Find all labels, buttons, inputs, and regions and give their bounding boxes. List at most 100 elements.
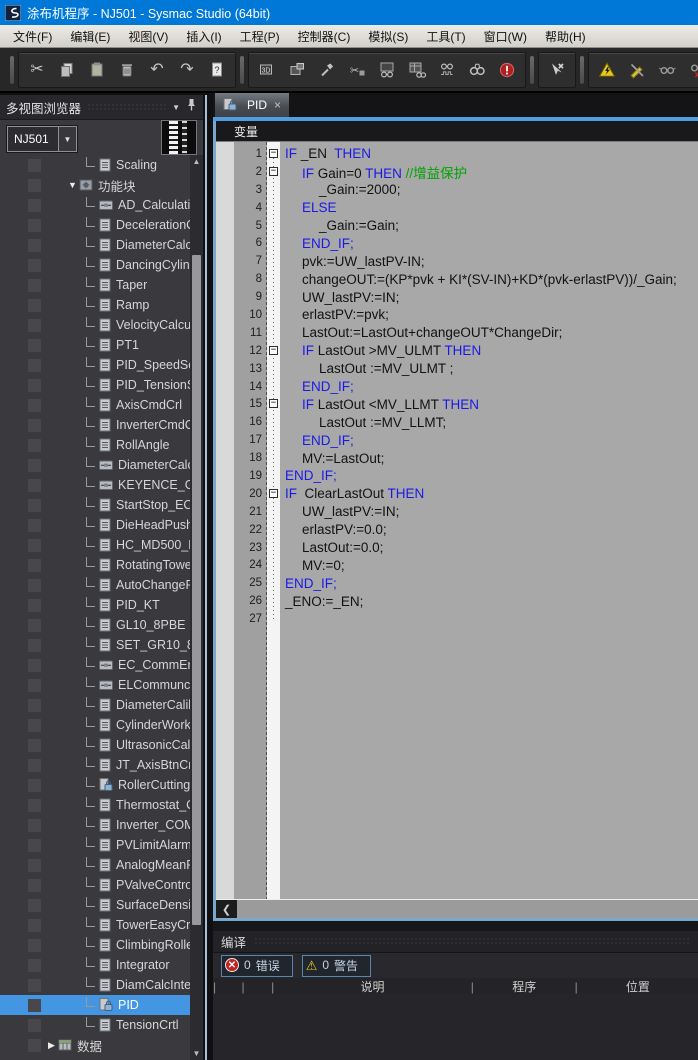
- code-text[interactable]: END_IF;: [281, 468, 337, 483]
- tree-item-diametercalib[interactable]: DiameterCalib: [0, 695, 190, 715]
- copy-button[interactable]: [52, 55, 82, 85]
- tree-item-elcommuncti[interactable]: ELCommuncti: [0, 675, 190, 695]
- tree-item-gl10_8pbe[interactable]: GL10_8PBE: [0, 615, 190, 635]
- menu-item-4[interactable]: 插入(I): [177, 26, 230, 47]
- code-text[interactable]: _Gain:=Gain;: [281, 218, 399, 233]
- controller-select[interactable]: NJ501 ▼: [7, 126, 77, 152]
- tree-scrollbar-thumb[interactable]: [192, 255, 201, 925]
- tree-item-towereasycrtl[interactable]: TowerEasyCrtl: [0, 915, 190, 935]
- warnings-filter-button[interactable]: ⚠ 0 警告: [302, 955, 371, 977]
- code-text[interactable]: LastOut :=MV_ULMT ;: [281, 361, 453, 376]
- code-text[interactable]: erlastPV:=0.0;: [281, 522, 387, 537]
- menu-item-10[interactable]: 帮助(H): [536, 26, 595, 47]
- tree-item-startstop_eca[interactable]: StartStop_ECa: [0, 495, 190, 515]
- code-text[interactable]: LastOut:=0.0;: [281, 540, 383, 555]
- tree-item-keyence_gt2[interactable]: KEYENCE_GT2: [0, 475, 190, 495]
- fold-collapse-icon[interactable]: −: [269, 399, 278, 408]
- tree-item-autochanger[interactable]: AutoChangeR: [0, 575, 190, 595]
- tree-item-dancingcylind[interactable]: DancingCylind: [0, 255, 190, 275]
- code-text[interactable]: IF ClearLastOut THEN: [281, 486, 424, 501]
- code-text[interactable]: erlastPV:=pvk;: [281, 307, 389, 322]
- code-text[interactable]: changeOUT:=(KP*pvk + KI*(SV-IN)+KD*(pvk-…: [281, 272, 677, 287]
- collapse-arrow-icon[interactable]: ▼: [66, 180, 79, 190]
- tree-item-climbingrolle[interactable]: ClimbingRolle: [0, 935, 190, 955]
- code-text[interactable]: UW_lastPV:=IN;: [281, 504, 399, 519]
- panel-splitter[interactable]: [205, 95, 207, 1060]
- tree-item-ultrasoniccali[interactable]: UltrasonicCali: [0, 735, 190, 755]
- variable-cut-button[interactable]: ✂: [342, 55, 372, 85]
- tree-item-ad_calculatio[interactable]: AD_Calculatio: [0, 195, 190, 215]
- io-map-search-button[interactable]: [432, 55, 462, 85]
- tree-item-pid_speedsca[interactable]: PID_SpeedSca: [0, 355, 190, 375]
- code-text[interactable]: END_IF;: [281, 379, 354, 394]
- view-3d-button[interactable]: 3D: [252, 55, 282, 85]
- tree-item-velocitycalcul[interactable]: VelocityCalcul: [0, 315, 190, 335]
- menu-item-9[interactable]: 窗口(W): [475, 26, 536, 47]
- code-text[interactable]: _Gain:=2000;: [281, 182, 400, 197]
- scroll-left-icon[interactable]: ❮: [216, 900, 237, 918]
- tree-item-rollercuttingt[interactable]: RollerCuttingT: [0, 775, 190, 795]
- no-edit-button[interactable]: [622, 55, 652, 85]
- expand-arrow-icon[interactable]: ▶: [45, 1040, 58, 1051]
- tree-item-analogmeanf[interactable]: AnalogMeanF: [0, 855, 190, 875]
- paste-button[interactable]: [82, 55, 112, 85]
- menu-item-7[interactable]: 模拟(S): [359, 26, 417, 47]
- tree-item-pid_tensionsc[interactable]: PID_TensionSc: [0, 375, 190, 395]
- tree-item-ec_commerr[interactable]: EC_CommErr: [0, 655, 190, 675]
- cut-button[interactable]: ✂: [22, 55, 52, 85]
- tab-close-icon[interactable]: ×: [274, 98, 281, 112]
- watch-window-button[interactable]: [372, 55, 402, 85]
- code-text[interactable]: LastOut :=MV_LLMT;: [281, 415, 446, 430]
- tree-item-invertercmdcr[interactable]: InverterCmdCr: [0, 415, 190, 435]
- tree-item-set_gr10_8p[interactable]: SET_GR10_8P: [0, 635, 190, 655]
- code-text[interactable]: LastOut:=LastOut+changeOUT*ChangeDir;: [281, 325, 562, 340]
- tree-item-inverter_com[interactable]: Inverter_COM: [0, 815, 190, 835]
- menu-item-3[interactable]: 视图(V): [119, 26, 177, 47]
- errors-filter-button[interactable]: ✕ 0 错误: [221, 955, 293, 977]
- chevron-down-icon[interactable]: ▼: [172, 103, 180, 112]
- table-search-button[interactable]: [402, 55, 432, 85]
- tools-button[interactable]: [312, 55, 342, 85]
- tree-item-diamcalcinteg[interactable]: DiamCalcInteg: [0, 975, 190, 995]
- tree-item-pt1[interactable]: PT1: [0, 335, 190, 355]
- undo-button[interactable]: ↶: [142, 55, 172, 85]
- code-text[interactable]: UW_lastPV:=IN;: [281, 290, 399, 305]
- build-warning-button[interactable]: [592, 55, 622, 85]
- tree-item-pid_kt[interactable]: PID_KT: [0, 595, 190, 615]
- tree-item-tensioncrtl[interactable]: TensionCrtl: [0, 1015, 190, 1035]
- fold-collapse-icon[interactable]: −: [269, 346, 278, 355]
- fold-collapse-icon[interactable]: −: [269, 167, 278, 176]
- tree-item-rotatingtowe[interactable]: RotatingTowe: [0, 555, 190, 575]
- tree-item-axiscmdcrl[interactable]: AxisCmdCrl: [0, 395, 190, 415]
- code-text[interactable]: END_IF;: [281, 433, 354, 448]
- fold-collapse-icon[interactable]: −: [269, 489, 278, 498]
- tree-item-taper[interactable]: Taper: [0, 275, 190, 295]
- menu-item-2[interactable]: 编辑(E): [61, 26, 119, 47]
- watch-remove-button[interactable]: [682, 55, 698, 85]
- tree-item-surfacedensit[interactable]: SurfaceDensit: [0, 895, 190, 915]
- menu-item-6[interactable]: 控制器(C): [289, 26, 360, 47]
- code-text[interactable]: ELSE: [281, 200, 337, 215]
- menu-item-8[interactable]: 工具(T): [417, 26, 474, 47]
- tree-item-数据[interactable]: ▶数据: [0, 1035, 190, 1055]
- tree-item-dieheadpushi[interactable]: DieHeadPushi: [0, 515, 190, 535]
- delete-button[interactable]: [112, 55, 142, 85]
- tree-item-diametercalcu[interactable]: DiameterCalcu: [0, 235, 190, 255]
- scroll-down-icon[interactable]: ▼: [190, 1047, 203, 1060]
- menu-item-1[interactable]: 文件(F): [4, 26, 61, 47]
- tree-scrollbar[interactable]: ▲ ▼: [190, 155, 203, 1060]
- pin-icon[interactable]: [186, 98, 197, 117]
- tree-item-pvlimitalarm[interactable]: PVLimitAlarm: [0, 835, 190, 855]
- redo-button[interactable]: ↷: [172, 55, 202, 85]
- tree-item-pid[interactable]: PID: [0, 995, 190, 1015]
- code-text[interactable]: IF _EN THEN: [281, 146, 371, 161]
- fold-collapse-icon[interactable]: −: [269, 149, 278, 158]
- code-text[interactable]: MV:=LastOut;: [281, 451, 384, 466]
- tree-item-rollangle[interactable]: RollAngle: [0, 435, 190, 455]
- tree-item-diametercalcu[interactable]: DiameterCalcu: [0, 455, 190, 475]
- code-text[interactable]: pvk:=UW_lastPV-IN;: [281, 254, 425, 269]
- tree-item-cylinderwork[interactable]: CylinderWork: [0, 715, 190, 735]
- search-button[interactable]: [462, 55, 492, 85]
- code-text[interactable]: END_IF;: [281, 576, 337, 591]
- code-viewport[interactable]: 1−IF _EN THEN2−IF Gain=0 THEN //增益保护3_Ga…: [216, 142, 698, 900]
